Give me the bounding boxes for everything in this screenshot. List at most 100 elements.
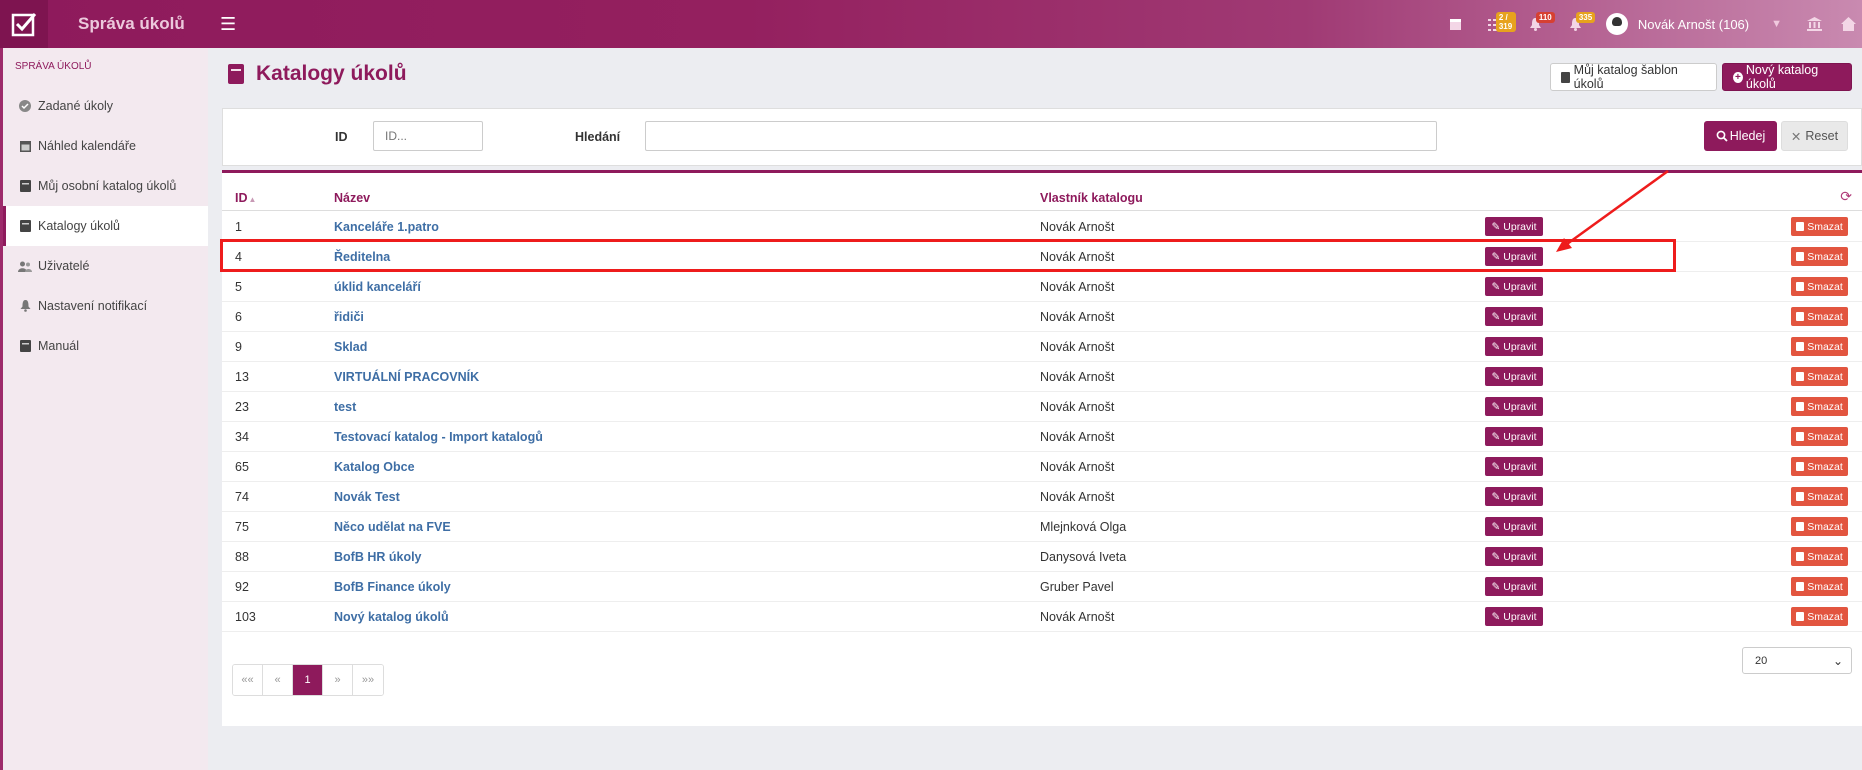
row-name-link[interactable]: BofB Finance úkoly <box>334 580 451 594</box>
trash-icon <box>1796 312 1805 321</box>
row-name-link[interactable]: Sklad <box>334 340 367 354</box>
bell-icon[interactable]: 110 <box>1516 0 1556 48</box>
app-logo[interactable] <box>0 0 48 48</box>
top-bar: Správa úkolů ☰ 2 / 319 110 335 Novák Arn… <box>0 0 1862 48</box>
sidebar-item-task-catalogs[interactable]: Katalogy úkolů <box>3 206 208 246</box>
sidebar-item-calendar[interactable]: Náhled kalendáře <box>3 126 208 166</box>
current-page-button[interactable]: 1 <box>293 665 323 695</box>
delete-button[interactable]: Smazat <box>1791 577 1848 596</box>
bell-alert-icon[interactable]: 335 <box>1556 0 1596 48</box>
sidebar-item-manual[interactable]: Manuál <box>3 326 208 366</box>
row-name-link[interactable]: Ředitelna <box>334 250 390 264</box>
reset-button[interactable]: ✕ Reset <box>1781 121 1848 151</box>
delete-button[interactable]: Smazat <box>1791 307 1848 326</box>
trash-icon <box>1796 372 1805 381</box>
plus-circle-icon: + <box>1733 71 1743 83</box>
delete-button[interactable]: Smazat <box>1791 247 1848 266</box>
edit-button[interactable]: ✎ Upravit <box>1485 457 1543 476</box>
search-button[interactable]: Hledej <box>1704 121 1777 151</box>
sidebar-item-users[interactable]: Uživatelé <box>3 246 208 286</box>
row-name-link[interactable]: řidiči <box>334 310 364 324</box>
edit-button[interactable]: ✎ Upravit <box>1485 217 1543 236</box>
refresh-icon[interactable]: ⟳ <box>1840 188 1852 205</box>
new-catalog-label: Nový katalog úkolů <box>1745 63 1819 91</box>
edit-button-label: Upravit <box>1503 460 1537 473</box>
row-name-link[interactable]: Katalog Obce <box>334 460 415 474</box>
delete-button[interactable]: Smazat <box>1791 397 1848 416</box>
trash-icon <box>1796 552 1805 561</box>
id-input[interactable] <box>373 121 483 151</box>
sort-icon: ▲ <box>248 195 257 204</box>
row-id: 5 <box>235 280 242 294</box>
row-name-link[interactable]: Kanceláře 1.patro <box>334 220 439 234</box>
app-title[interactable]: Správa úkolů <box>78 14 198 34</box>
avatar <box>1605 13 1628 35</box>
column-name[interactable]: Název <box>334 191 370 205</box>
delete-button[interactable]: Smazat <box>1791 607 1848 626</box>
pencil-icon: ✎ <box>1491 610 1501 623</box>
row-id: 9 <box>235 340 242 354</box>
delete-button[interactable]: Smazat <box>1791 367 1848 386</box>
row-name-link[interactable]: test <box>334 400 356 414</box>
row-name-link[interactable]: Novák Test <box>334 490 400 504</box>
notifications-badge: 110 <box>1535 12 1555 23</box>
row-id: 1 <box>235 220 242 234</box>
chevron-down-icon[interactable]: ▼ <box>1771 18 1782 30</box>
first-page-button[interactable]: «« <box>233 665 263 695</box>
user-menu[interactable]: Novák Arnošt (106) ▼ <box>1605 13 1794 35</box>
edit-button-label: Upravit <box>1503 250 1537 263</box>
sidebar-item-notification-settings[interactable]: Nastavení notifikací <box>3 286 208 326</box>
delete-button-label: Smazat <box>1807 370 1843 383</box>
next-page-button[interactable]: » <box>323 665 353 695</box>
edit-button[interactable]: ✎ Upravit <box>1485 247 1543 266</box>
edit-button[interactable]: ✎ Upravit <box>1485 517 1543 536</box>
edit-button[interactable]: ✎ Upravit <box>1485 307 1543 326</box>
menu-toggle-icon[interactable]: ☰ <box>220 14 236 35</box>
delete-button[interactable]: Smazat <box>1791 547 1848 566</box>
edit-button[interactable]: ✎ Upravit <box>1485 547 1543 566</box>
edit-button-label: Upravit <box>1503 520 1537 533</box>
sidebar-item-assigned-tasks[interactable]: Zadané úkoly <box>3 86 208 126</box>
column-owner[interactable]: Vlastník katalogu <box>1040 191 1143 205</box>
row-owner: Novák Arnošt <box>1040 460 1115 474</box>
edit-button[interactable]: ✎ Upravit <box>1485 607 1543 626</box>
row-name-link[interactable]: Něco udělat na FVE <box>334 520 451 534</box>
edit-button[interactable]: ✎ Upravit <box>1485 427 1543 446</box>
alerts-badge: 335 <box>1575 12 1596 23</box>
edit-button[interactable]: ✎ Upravit <box>1485 277 1543 296</box>
delete-button-label: Smazat <box>1807 400 1843 413</box>
table-row: 13 VIRTUÁLNÍ PRACOVNÍK Novák Arnošt ✎ Upravi… <box>222 362 1862 392</box>
row-name-link[interactable]: Nový katalog úkolů <box>334 610 449 624</box>
edit-button[interactable]: ✎ Upravit <box>1485 367 1543 386</box>
prev-page-button[interactable]: « <box>263 665 293 695</box>
calendar-icon[interactable] <box>1436 0 1476 48</box>
search-input[interactable] <box>645 121 1437 151</box>
delete-button[interactable]: Smazat <box>1791 277 1848 296</box>
edit-button[interactable]: ✎ Upravit <box>1485 577 1543 596</box>
new-catalog-button[interactable]: + Nový katalog úkolů <box>1722 63 1852 91</box>
delete-button[interactable]: Smazat <box>1791 457 1848 476</box>
delete-button[interactable]: Smazat <box>1791 517 1848 536</box>
row-id: 4 <box>235 250 242 264</box>
delete-button[interactable]: Smazat <box>1791 337 1848 356</box>
delete-button[interactable]: Smazat <box>1791 427 1848 446</box>
row-name-link[interactable]: Testovací katalog - Import katalogů <box>334 430 543 444</box>
delete-button[interactable]: Smazat <box>1791 217 1848 236</box>
home-icon[interactable] <box>1834 0 1862 48</box>
row-name-link[interactable]: úklid kanceláří <box>334 280 421 294</box>
last-page-button[interactable]: »» <box>353 665 383 695</box>
institution-icon[interactable] <box>1794 0 1834 48</box>
trash-icon <box>1796 522 1805 531</box>
column-id[interactable]: ID▲ <box>235 191 256 205</box>
tasks-icon[interactable]: 2 / 319 <box>1476 0 1516 48</box>
page-size-select[interactable]: 20 ⌄ <box>1742 647 1852 674</box>
delete-button[interactable]: Smazat <box>1791 487 1848 506</box>
edit-button[interactable]: ✎ Upravit <box>1485 397 1543 416</box>
sidebar-item-personal-catalog[interactable]: Můj osobní katalog úkolů <box>3 166 208 206</box>
row-name-link[interactable]: BofB HR úkoly <box>334 550 422 564</box>
table-row: 88 BofB HR úkoly Danysová Iveta ✎ Upravit Sma… <box>222 542 1862 572</box>
my-template-catalog-button[interactable]: Můj katalog šablon úkolů <box>1550 63 1717 91</box>
edit-button[interactable]: ✎ Upravit <box>1485 337 1543 356</box>
row-name-link[interactable]: VIRTUÁLNÍ PRACOVNÍK <box>334 370 479 384</box>
edit-button[interactable]: ✎ Upravit <box>1485 487 1543 506</box>
